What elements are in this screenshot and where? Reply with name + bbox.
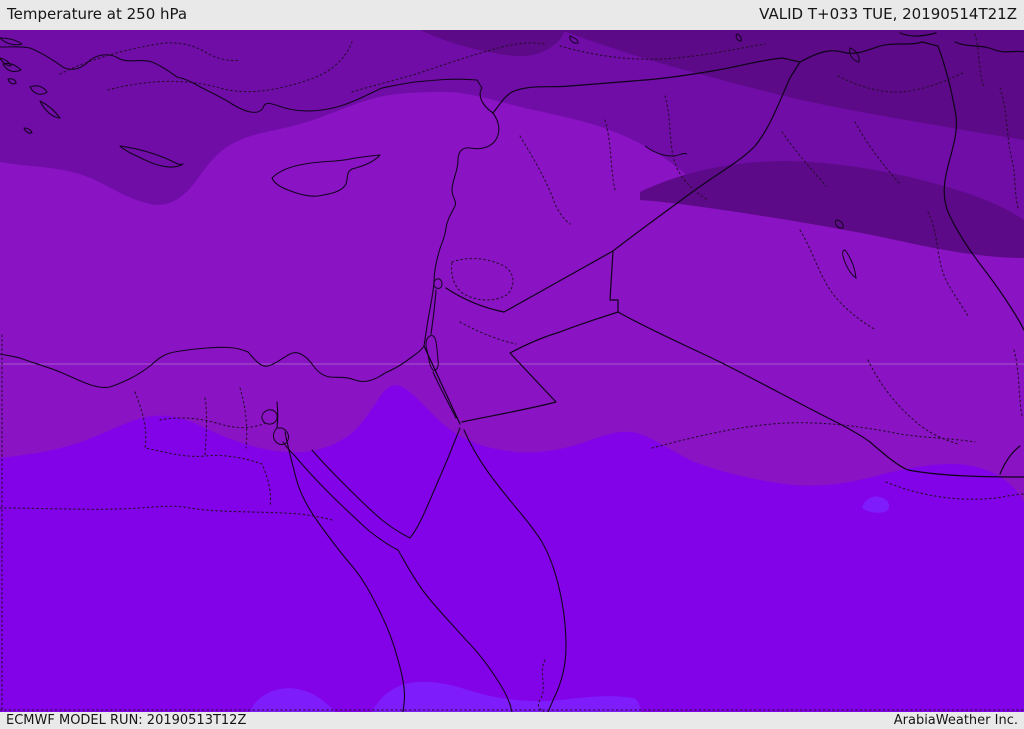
header-bar: Temperature at 250 hPa VALID T+033 TUE, … [0, 0, 1024, 30]
map-canvas [0, 30, 1024, 712]
weather-map-frame: Temperature at 250 hPa VALID T+033 TUE, … [0, 0, 1024, 729]
weather-map-svg [0, 30, 1024, 712]
footer-bar: ECMWF MODEL RUN: 20190513T12Z ArabiaWeat… [0, 712, 1024, 729]
model-run-label: ECMWF MODEL RUN: 20190513T12Z [6, 713, 247, 728]
page-title: Temperature at 250 hPa [7, 5, 188, 23]
credit-label: ArabiaWeather Inc. [893, 713, 1018, 728]
valid-time-label: VALID T+033 TUE, 20190514T21Z [759, 5, 1017, 23]
